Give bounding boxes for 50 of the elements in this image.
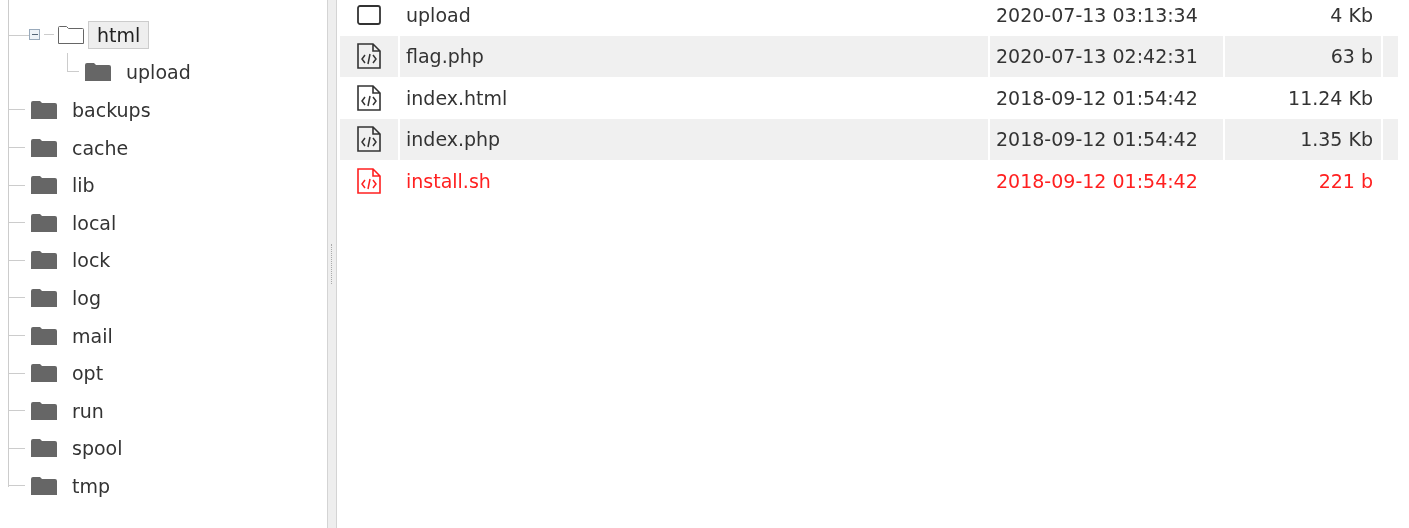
folder-label[interactable]: lib [63,171,104,200]
file-row[interactable]: flag.php 2020-07-13 02:42:31 63 b [340,35,1398,77]
folder-icon [31,213,57,232]
tree-line [67,53,79,73]
file-name[interactable]: upload [406,0,471,29]
file-name[interactable]: flag.php [406,42,484,71]
file-name[interactable]: index.html [406,83,508,112]
folder-icon [31,288,57,307]
folder-label[interactable]: spool [63,434,132,463]
code-file-icon [357,84,381,111]
modified-date: 2018-09-12 01:54:42 [996,85,1198,111]
modified-date: 2018-09-12 01:54:42 [996,168,1198,194]
modified-date: 2020-07-13 02:42:31 [996,44,1198,69]
file-name[interactable]: index.php [406,125,501,154]
folder-icon [31,326,57,345]
folder-label[interactable]: run [63,396,113,425]
file-row[interactable]: index.php 2018-09-12 01:54:42 1.35 Kb [340,118,1398,160]
modified-date: 2020-07-13 03:13:34 [996,2,1198,28]
folder-icon [31,138,57,157]
folder-label[interactable]: tmp [63,471,120,500]
folder-label[interactable]: html [88,20,150,49]
folder-icon [31,439,57,458]
folder-outline-icon [357,4,381,25]
folder-icon [85,63,111,82]
folder-label[interactable]: cache [63,133,138,162]
folder-icon [31,176,57,195]
folder-label[interactable]: lock [63,246,120,275]
modified-date: 2018-09-12 01:54:42 [996,127,1198,152]
file-size: 4 Kb [1330,2,1373,28]
collapse-toggle[interactable] [29,29,40,41]
folder-label[interactable]: mail [63,321,122,350]
folder-label[interactable]: backups [63,96,160,124]
code-file-icon [357,167,381,194]
file-name[interactable]: install.sh [406,166,491,195]
folder-label[interactable]: opt [63,359,113,388]
folder-label[interactable]: local [63,208,126,237]
file-size: 11.24 Kb [1288,85,1373,111]
code-file-icon [357,43,381,70]
folder-icon [31,251,57,270]
folder-outline-icon [58,25,84,44]
folder-label[interactable]: log [63,283,110,312]
folder-label[interactable]: upload [117,58,200,87]
file-size: 1.35 Kb [1300,127,1373,152]
file-size: 63 b [1330,44,1373,69]
folder-icon [31,476,57,495]
folder-icon [31,101,57,119]
code-file-icon [357,126,381,153]
folder-icon [31,364,57,383]
file-size: 221 b [1318,168,1373,194]
folder-icon [31,401,57,420]
